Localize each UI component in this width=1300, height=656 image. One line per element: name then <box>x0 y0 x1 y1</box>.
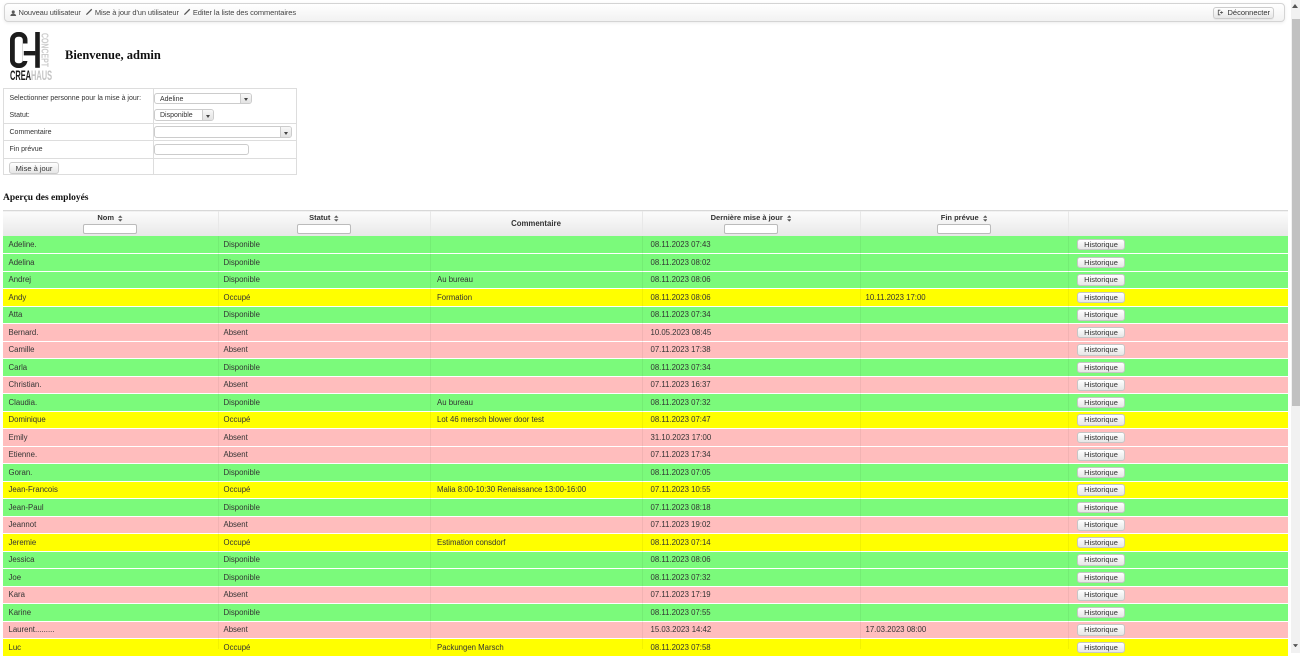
svg-text:CREAHAUS: CREAHAUS <box>10 69 52 83</box>
svg-text:CONCEPT: CONCEPT <box>39 33 51 67</box>
